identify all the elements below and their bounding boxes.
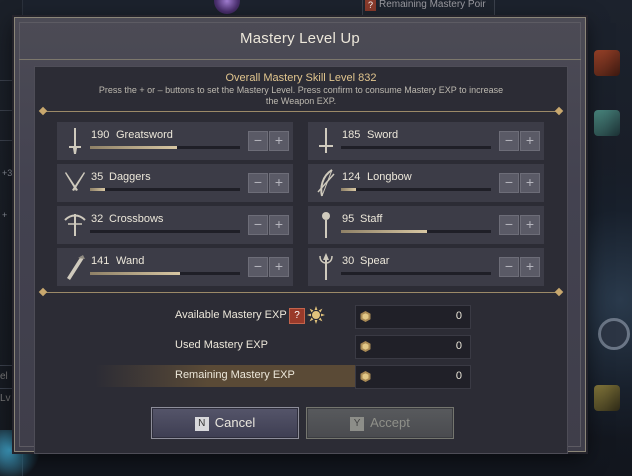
left-stat-value: +: [2, 210, 8, 220]
weapon-mastery-level: 35: [91, 171, 104, 183]
weapon-row-crossbows: 32 Crossbows − +: [57, 206, 293, 244]
skill-icon-slash[interactable]: [594, 110, 620, 136]
cancel-button[interactable]: N Cancel: [151, 407, 299, 439]
weapon-exp-bar: [90, 272, 240, 275]
cancel-button-label: Cancel: [214, 415, 256, 430]
weapon-mastery-level: 124: [342, 171, 361, 183]
background-tooltip: ? Remaining Mastery Poir: [362, 0, 495, 16]
staff-icon: [314, 210, 338, 240]
hotkey-badge: Y: [350, 417, 365, 431]
decrease-level-button[interactable]: −: [499, 215, 519, 235]
accept-button[interactable]: Y Accept: [306, 407, 454, 439]
decrease-level-button[interactable]: −: [499, 257, 519, 277]
weapon-name: Greatsword: [116, 129, 173, 141]
weapon-name: Longbow: [367, 171, 412, 183]
weapon-name: Crossbows: [109, 213, 164, 225]
dialog-title: Mastery Level Up: [240, 30, 360, 47]
weapon-row-longbow: 124 Longbow − +: [308, 164, 544, 202]
remaining-exp-field: 0: [355, 365, 471, 389]
wand-icon: [63, 252, 87, 282]
sword-icon: [314, 126, 338, 156]
weapon-mastery-level: 141: [91, 255, 110, 267]
weapon-row-daggers: 35 Daggers − +: [57, 164, 293, 202]
weapon-name: Daggers: [109, 171, 151, 183]
available-exp-field: 0: [355, 305, 471, 329]
weapon-exp-bar: [341, 272, 491, 275]
spear-icon: [314, 252, 338, 282]
weapon-exp-bar: [90, 188, 240, 191]
decrease-level-button[interactable]: −: [248, 257, 268, 277]
skill-icon-fire[interactable]: [594, 50, 620, 76]
increase-level-button[interactable]: +: [269, 131, 289, 151]
mastery-panel: Overall Mastery Skill Level 832 Press th…: [34, 66, 568, 454]
help-icon[interactable]: ?: [289, 308, 305, 324]
increase-level-button[interactable]: +: [269, 215, 289, 235]
skill-icon-rune[interactable]: [594, 385, 620, 411]
hotkey-badge: N: [194, 417, 209, 431]
mastery-exp-icon: [360, 311, 371, 322]
remaining-exp-value: 0: [455, 370, 462, 382]
decrease-level-button[interactable]: −: [499, 173, 519, 193]
used-exp-value: 0: [455, 340, 462, 352]
weapon-mastery-level: 190: [91, 129, 110, 141]
increase-level-button[interactable]: +: [269, 257, 289, 277]
used-exp-field: 0: [355, 335, 471, 359]
decrease-level-button[interactable]: −: [248, 215, 268, 235]
available-exp-value: 0: [455, 310, 462, 322]
sun-emblem-icon: [307, 306, 325, 324]
weapon-mastery-level: 95: [342, 213, 355, 225]
decrease-level-button[interactable]: −: [248, 173, 268, 193]
available-exp-label: Available Mastery EXP: [175, 309, 287, 321]
background-tooltip-text: Remaining Mastery Poir: [379, 0, 486, 10]
weapon-name: Staff: [360, 213, 383, 225]
weapon-mastery-level: 185: [342, 129, 361, 141]
weapon-row-wand: 141 Wand − +: [57, 248, 293, 286]
weapon-row-staff: 95 Staff − +: [308, 206, 544, 244]
help-icon: ?: [365, 0, 376, 11]
increase-level-button[interactable]: +: [520, 131, 540, 151]
title-underline: [19, 59, 581, 60]
increase-level-button[interactable]: +: [520, 257, 540, 277]
mastery-level-up-dialog: Mastery Level Up Overall Mastery Skill L…: [14, 17, 586, 454]
weapon-exp-bar: [90, 146, 240, 149]
decrease-level-button[interactable]: −: [248, 131, 268, 151]
weapon-row-sword: 185 Sword − +: [308, 122, 544, 160]
used-exp-row: Used Mastery EXP 0: [135, 335, 471, 359]
mastery-instructions: Press the + or – buttons to set the Mast…: [98, 85, 504, 106]
increase-level-button[interactable]: +: [520, 215, 540, 235]
weapon-name: Sword: [367, 129, 399, 141]
crossbow-icon: [63, 210, 87, 240]
remaining-exp-label: Remaining Mastery EXP: [175, 369, 295, 381]
weapon-mastery-level: 30: [342, 255, 355, 267]
mastery-exp-icon: [360, 371, 371, 382]
divider: [38, 106, 564, 116]
weapon-row-spear: 30 Spear − +: [308, 248, 544, 286]
daggers-icon: [63, 168, 87, 198]
remaining-exp-row: Remaining Mastery EXP 0: [95, 365, 471, 389]
weapon-name: Spear: [360, 255, 390, 267]
used-exp-label: Used Mastery EXP: [175, 339, 268, 351]
divider: [38, 287, 564, 297]
weapon-exp-bar: [341, 188, 491, 191]
greatsword-icon: [63, 126, 87, 156]
mastery-exp-icon: [360, 341, 371, 352]
overall-mastery-level: Overall Mastery Skill Level 832: [225, 72, 377, 84]
weapon-exp-bar: [341, 146, 491, 149]
increase-level-button[interactable]: +: [520, 173, 540, 193]
weapon-name: Wand: [116, 255, 145, 267]
weapon-mastery-level: 32: [91, 213, 104, 225]
decrease-level-button[interactable]: −: [499, 131, 519, 151]
weapon-exp-bar: [341, 230, 491, 233]
available-exp-row: Available Mastery EXP ? 0: [135, 305, 471, 329]
increase-level-button[interactable]: +: [269, 173, 289, 193]
longbow-icon: [314, 168, 338, 198]
gear-orb-icon[interactable]: [598, 318, 630, 350]
weapon-exp-bar: [90, 230, 240, 233]
accept-button-label: Accept: [370, 415, 410, 430]
dialog-title-bar: Mastery Level Up: [15, 18, 585, 60]
weapon-row-greatsword: 190 Greatsword − +: [57, 122, 293, 160]
left-stat-value: +3: [2, 168, 13, 178]
